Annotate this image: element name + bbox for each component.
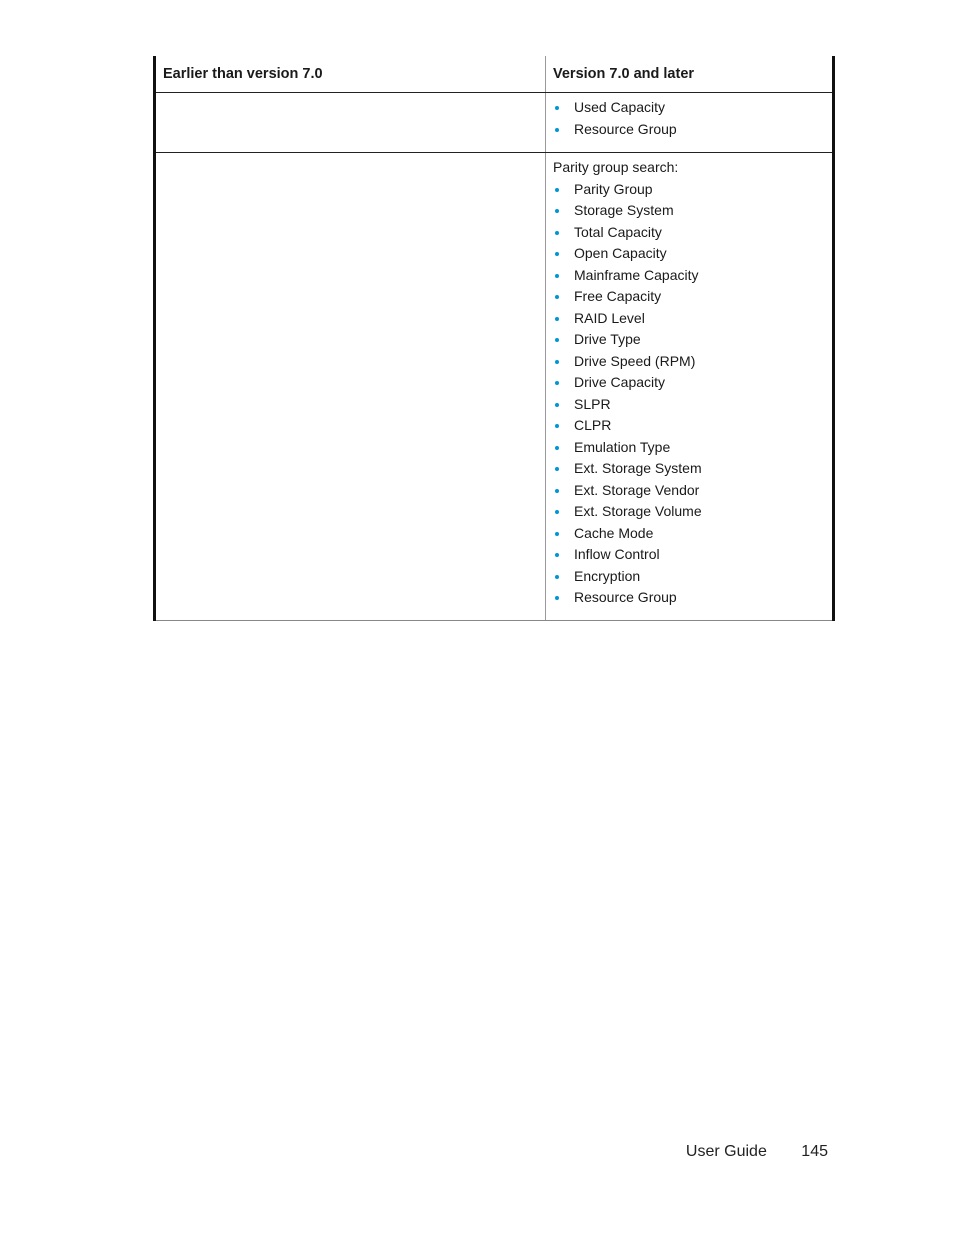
bullet-icon [555, 596, 559, 600]
list-item: Inflow Control [553, 544, 832, 566]
bullet-icon [555, 106, 559, 110]
bullet-icon [555, 402, 559, 407]
list-item: CLPR [553, 415, 832, 437]
list-item: Ext. Storage System [553, 458, 832, 480]
list-item-text: Inflow Control [574, 546, 660, 562]
list-item-text: Mainframe Capacity [574, 266, 699, 283]
list-intro-text: Parity group search: [553, 159, 679, 175]
bullet-icon [555, 359, 559, 364]
footer-label: User Guide [685, 1143, 767, 1160]
bullet-icon [555, 424, 559, 428]
bullet-list: Parity Group Storage System Total Capacity… [553, 179, 832, 609]
bullet-icon [555, 252, 559, 256]
list-item: Cache Mode [553, 523, 832, 545]
comparison-table: Earlier than version 7.0 Version 7.0 and… [153, 56, 835, 621]
list-item: Total Capacity [553, 222, 832, 244]
table-cell-later: Parity group search: Parity Group Storage… [546, 153, 832, 620]
table-row: Parity group search: Parity Group Storage… [156, 153, 832, 621]
list-item-text: Drive Speed (RPM) [574, 352, 696, 369]
table-header-row: Earlier than version 7.0 Version 7.0 and… [156, 56, 832, 93]
page-footer: User Guide 145 [686, 1143, 828, 1161]
list-item-text: Parity Group [574, 180, 653, 197]
list-item: Open Capacity [553, 243, 832, 265]
list-item-text: Drive Type [574, 331, 641, 347]
list-item: Resource Group [553, 119, 832, 141]
list-item: RAID Level [553, 308, 832, 330]
header-earlier-than-7: Earlier than version 7.0 [156, 56, 546, 92]
list-item-text: Total Capacity [574, 223, 662, 240]
bullet-icon [555, 187, 559, 192]
list-item-text: Ext. Storage Vendor [574, 481, 700, 498]
list-item: Ext. Storage Volume [553, 501, 832, 523]
list-item-text: Used Capacity [574, 99, 666, 115]
list-item: Ext. Storage Vendor [553, 480, 832, 502]
list-item: Mainframe Capacity [553, 265, 832, 287]
page-number: 145 [801, 1143, 828, 1160]
bullet-icon [555, 531, 559, 536]
list-item: Resource Group [553, 587, 832, 609]
bullet-icon [555, 381, 559, 385]
bullet-icon [555, 127, 559, 132]
header-version-7-and-later: Version 7.0 and later [553, 66, 695, 82]
list-item-text: Cache Mode [574, 524, 654, 541]
list-item-text: Free Capacity [574, 288, 662, 304]
list-item: Storage System [553, 200, 832, 222]
list-item-text: Open Capacity [574, 245, 667, 261]
list-item: Emulation Type [553, 437, 832, 459]
bullet-icon [555, 574, 559, 579]
list-item-text: Resource Group [574, 120, 677, 137]
table-cell-earlier [156, 153, 546, 620]
bullet-icon [555, 273, 559, 278]
bullet-icon [555, 467, 559, 471]
table-cell-later: Used Capacity Resource Group [546, 93, 832, 152]
list-item: Drive Capacity [553, 372, 832, 394]
bullet-icon [555, 510, 559, 514]
list-item: Parity Group [553, 179, 832, 201]
bullet-icon [555, 316, 559, 321]
list-item-text: Drive Capacity [574, 374, 666, 390]
list-item-text: Encryption [574, 567, 641, 584]
bullet-icon [555, 488, 559, 493]
bullet-icon [555, 209, 559, 213]
list-item-text: Resource Group [574, 589, 677, 605]
list-item: Drive Type [553, 329, 832, 351]
list-item: SLPR [553, 394, 832, 416]
table-row: Used Capacity Resource Group [156, 93, 832, 153]
list-item: Free Capacity [553, 286, 832, 308]
bullet-icon [555, 445, 559, 450]
list-item-text: Emulation Type [574, 438, 671, 455]
list-item-text: Storage System [574, 202, 674, 218]
list-item-text: SLPR [574, 395, 611, 412]
bullet-icon [555, 295, 559, 299]
list-item-text: Ext. Storage System [574, 460, 702, 476]
bullet-icon [555, 338, 559, 342]
list-item: Used Capacity [553, 97, 832, 119]
list-item-text: CLPR [574, 417, 612, 433]
list-item: Encryption [553, 566, 832, 588]
list-item: Drive Speed (RPM) [553, 351, 832, 373]
bullet-icon [555, 553, 559, 557]
bullet-list: Used Capacity Resource Group [553, 93, 832, 140]
bullet-icon [555, 230, 559, 235]
list-item-text: RAID Level [574, 309, 645, 326]
table-cell-earlier [156, 93, 546, 152]
list-item-text: Ext. Storage Volume [574, 503, 702, 519]
